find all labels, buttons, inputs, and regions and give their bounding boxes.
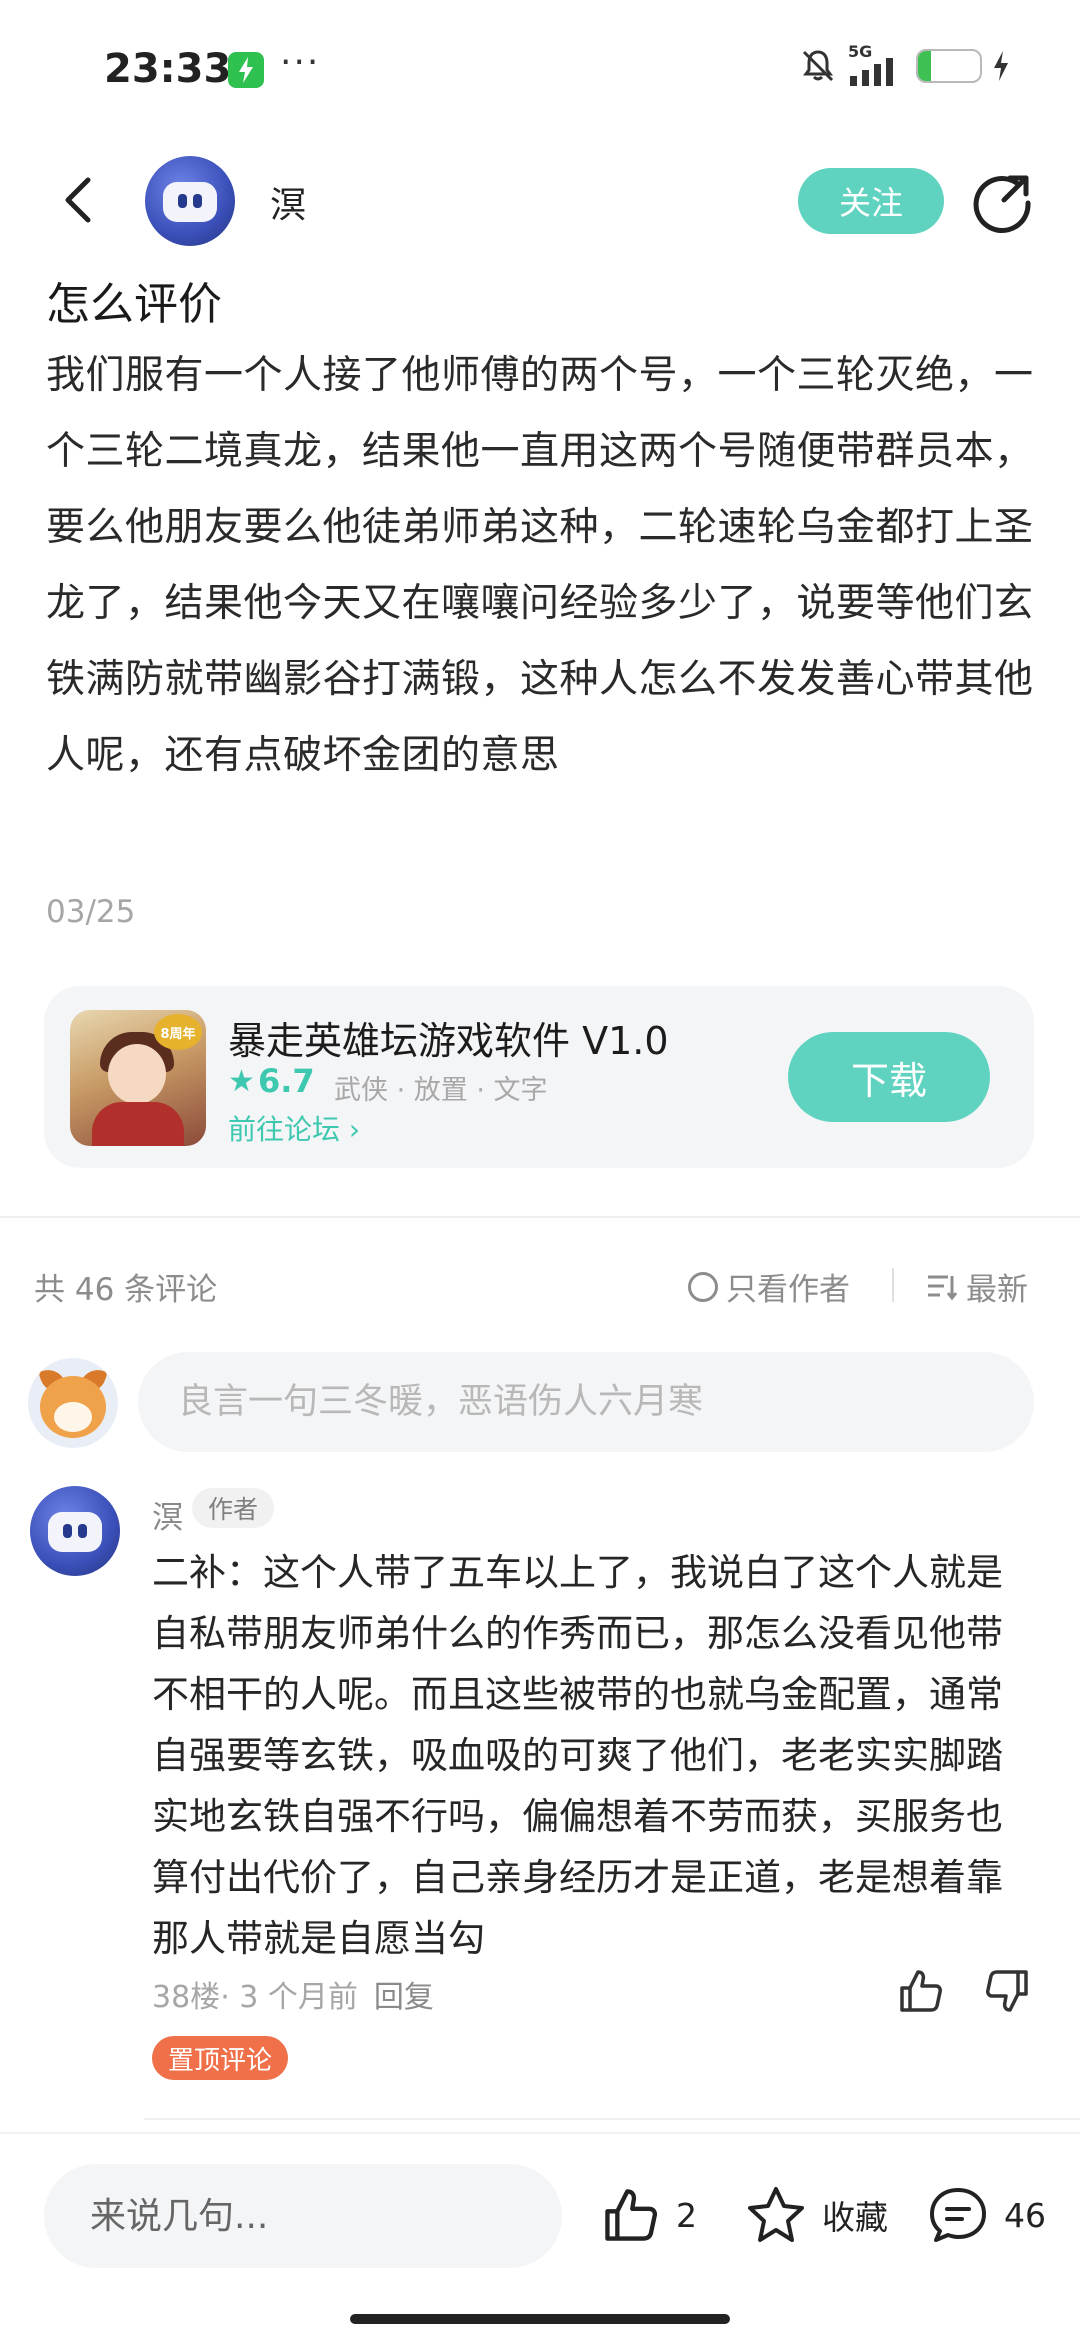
mute-bell-icon <box>802 50 834 82</box>
post-title: 怎么评价 <box>46 279 222 330</box>
app-name[interactable]: 暴走英雄坛游戏软件 V1.0 <box>228 1010 669 1065</box>
status-more-dots: ··· <box>280 42 321 83</box>
only-author-toggle[interactable]: 只看作者 <box>688 1264 850 1309</box>
signal-icon: 5G <box>848 42 906 86</box>
header-separator <box>892 1268 894 1302</box>
post-body: 我们服有一个人接了他师傅的两个号，一个三轮灭绝，一个三轮二境真龙，结果他一直用这… <box>46 353 1034 778</box>
thumbs-up-icon <box>900 1970 942 2012</box>
app-card[interactable]: 8周年 暴走英雄坛游戏软件 V1.0 ★ 6.7 武侠 · 放置 · 文字 前往… <box>44 986 1034 1168</box>
share-icon <box>973 175 1031 234</box>
say-something-input[interactable] <box>44 2164 562 2268</box>
reply-button[interactable]: 回复 <box>374 1972 434 2016</box>
post-date: 03/25 <box>46 894 136 930</box>
star-icon: ★ <box>228 1064 255 1099</box>
star-outline-icon <box>748 2187 804 2242</box>
robot-face <box>48 1512 102 1552</box>
anniversary-badge: 8周年 <box>154 1014 202 1050</box>
charging-app-icon <box>228 52 264 88</box>
commenter-avatar[interactable] <box>30 1486 120 1576</box>
sort-toggle[interactable]: 最新 <box>926 1264 1028 1309</box>
app-icon-head <box>108 1044 166 1104</box>
robot-eye-left <box>63 1524 72 1538</box>
app-rating: 6.7 <box>258 1062 315 1100</box>
section-divider <box>0 1216 1080 1218</box>
comment-meta: 38楼 · 3 个月前 回复 <box>152 1972 434 2016</box>
follow-button[interactable]: 关注 <box>798 168 944 234</box>
author-badge: 作者 <box>192 1488 275 1528</box>
pinned-comment-tag: 置顶评论 <box>152 2036 289 2080</box>
comment-body: 二补：这个人带了五车以上了，我说白了这个人就是自私带朋友师弟什么的作秀而已，那怎… <box>152 1551 1003 1960</box>
sort-label: 最新 <box>966 1272 1028 1308</box>
status-right-group: 5G 21 <box>798 42 1010 86</box>
comment-divider <box>144 2118 1080 2120</box>
author-avatar[interactable] <box>145 156 235 246</box>
like-count: 2 <box>676 2195 697 2235</box>
only-author-label: 只看作者 <box>726 1272 850 1308</box>
comment-time: · 3 个月前 <box>220 1980 358 2015</box>
app-icon[interactable]: 8周年 <box>70 1010 206 1146</box>
comment-dislike-button[interactable] <box>982 1966 1032 2016</box>
thumbs-up-icon <box>605 2189 658 2241</box>
app-icon-robe <box>92 1102 184 1146</box>
download-button[interactable]: 下载 <box>788 1032 990 1122</box>
comment-floor: 38楼 <box>152 1980 221 2015</box>
favorite-button[interactable]: 收藏 <box>744 2184 888 2246</box>
status-time: 23:33 <box>104 46 232 92</box>
back-button[interactable] <box>50 170 110 230</box>
dog-muzzle <box>54 1402 92 1432</box>
thumbs-down-icon <box>986 1970 1028 2012</box>
robot-eye-right <box>78 1524 87 1538</box>
sort-lines-icon <box>928 1275 958 1300</box>
app-tags: 武侠 · 放置 · 文字 <box>334 1075 548 1106</box>
comment-count: 46 <box>1004 2195 1046 2235</box>
author-name[interactable]: 溟 <box>270 176 306 228</box>
battery-icon: 21 <box>916 49 982 83</box>
commenter-name[interactable]: 溟 <box>152 1492 183 1537</box>
battery-level: 21 <box>933 53 965 78</box>
back-arrow-icon <box>65 177 91 223</box>
charging-bolt-icon <box>994 51 1008 81</box>
my-avatar[interactable] <box>28 1358 118 1448</box>
favorite-label: 收藏 <box>822 2198 888 2237</box>
comment-bubble-icon <box>930 2188 986 2242</box>
radio-circle-icon <box>688 1271 718 1302</box>
robot-face <box>163 182 217 222</box>
comment-like-button[interactable] <box>896 1966 946 2016</box>
home-indicator[interactable] <box>350 2314 730 2324</box>
share-button[interactable] <box>970 170 1036 236</box>
comments-button[interactable]: 46 <box>926 2184 1046 2246</box>
comment-input[interactable] <box>138 1352 1034 1452</box>
comments-count: 共 46 条评论 <box>34 1272 218 1308</box>
post-like-button[interactable]: 2 <box>600 2184 697 2246</box>
forum-link[interactable]: 前往论坛 › <box>228 1108 360 1148</box>
robot-eye-left <box>178 194 187 208</box>
robot-eye-right <box>193 194 202 208</box>
